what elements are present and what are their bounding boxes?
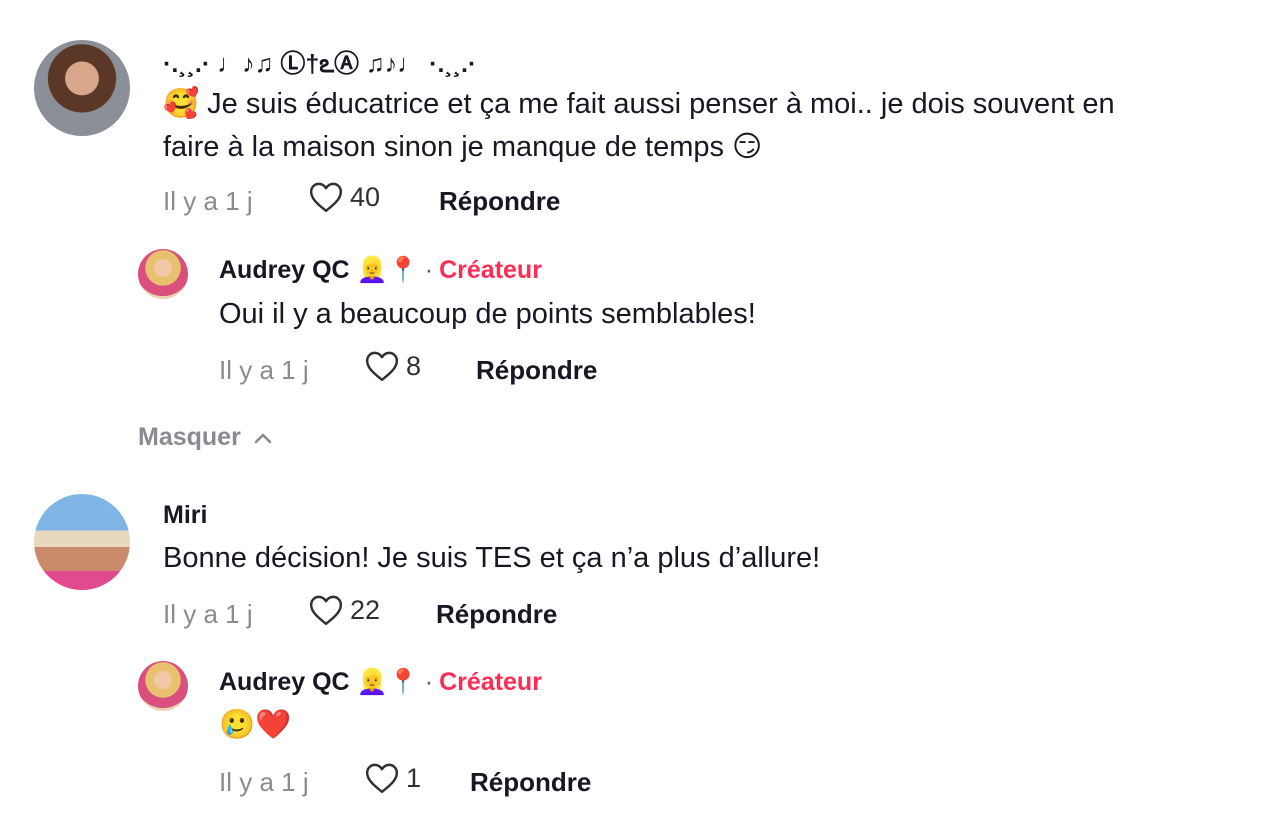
- separator-dot: ·: [424, 668, 434, 696]
- creator-badge: Créateur: [439, 256, 542, 284]
- reply-username[interactable]: Audrey QC 👱‍♀️📍 · Créateur: [219, 668, 542, 697]
- reply-button[interactable]: Répondre: [439, 186, 560, 217]
- heart-outline-icon: [309, 595, 343, 626]
- comment-text-line-2: faire à la maison sinon je manque de tem…: [163, 131, 763, 163]
- avatar[interactable]: [34, 40, 130, 136]
- comment-timestamp: Il y a 1 j: [163, 186, 253, 216]
- reply-text: 🥲❤️: [219, 707, 292, 741]
- reply-button[interactable]: Répondre: [476, 355, 597, 386]
- heart-outline-icon: [365, 351, 399, 382]
- reply-button[interactable]: Répondre: [436, 599, 557, 630]
- comment-username[interactable]: Miri: [163, 501, 207, 530]
- reply-username-text: Audrey QC 👱‍♀️📍: [219, 668, 419, 696]
- hide-replies-button[interactable]: Masquer: [138, 423, 273, 452]
- chevron-up-icon: [254, 433, 272, 443]
- reply-button[interactable]: Répondre: [470, 767, 591, 798]
- hide-replies-label: Masquer: [138, 423, 241, 451]
- creator-badge: Créateur: [439, 668, 542, 696]
- comment-username[interactable]: ·.¸¸.· ♩♪♫ Ⓛ†ఽⒶ ♫♪♩ ·.¸¸.·: [163, 44, 476, 85]
- reply-text: Oui il y a beaucoup de points semblables…: [219, 298, 756, 330]
- comment-timestamp: Il y a 1 j: [163, 599, 253, 629]
- comment-text-line-1: 🥰 Je suis éducatrice et ça me fait aussi…: [163, 88, 1115, 120]
- like-button[interactable]: 40: [308, 181, 380, 213]
- avatar[interactable]: [138, 249, 188, 299]
- like-count: 1: [406, 762, 422, 793]
- heart-outline-icon: [365, 763, 399, 794]
- like-count: 40: [350, 181, 381, 212]
- reply-username-text: Audrey QC 👱‍♀️📍: [219, 256, 419, 284]
- reply-timestamp: Il y a 1 j: [219, 355, 309, 385]
- avatar[interactable]: [138, 661, 188, 711]
- comment-text: Bonne décision! Je suis TES et ça n’a pl…: [163, 542, 821, 574]
- like-button[interactable]: 22: [308, 594, 380, 626]
- avatar[interactable]: [34, 494, 130, 590]
- like-button[interactable]: 8: [364, 350, 421, 382]
- reply-username[interactable]: Audrey QC 👱‍♀️📍 · Créateur: [219, 256, 542, 285]
- reply-timestamp: Il y a 1 j: [219, 767, 309, 797]
- like-count: 8: [406, 350, 422, 381]
- like-button[interactable]: 1: [364, 762, 421, 794]
- separator-dot: ·: [424, 256, 434, 284]
- heart-outline-icon: [309, 182, 343, 213]
- like-count: 22: [350, 594, 381, 625]
